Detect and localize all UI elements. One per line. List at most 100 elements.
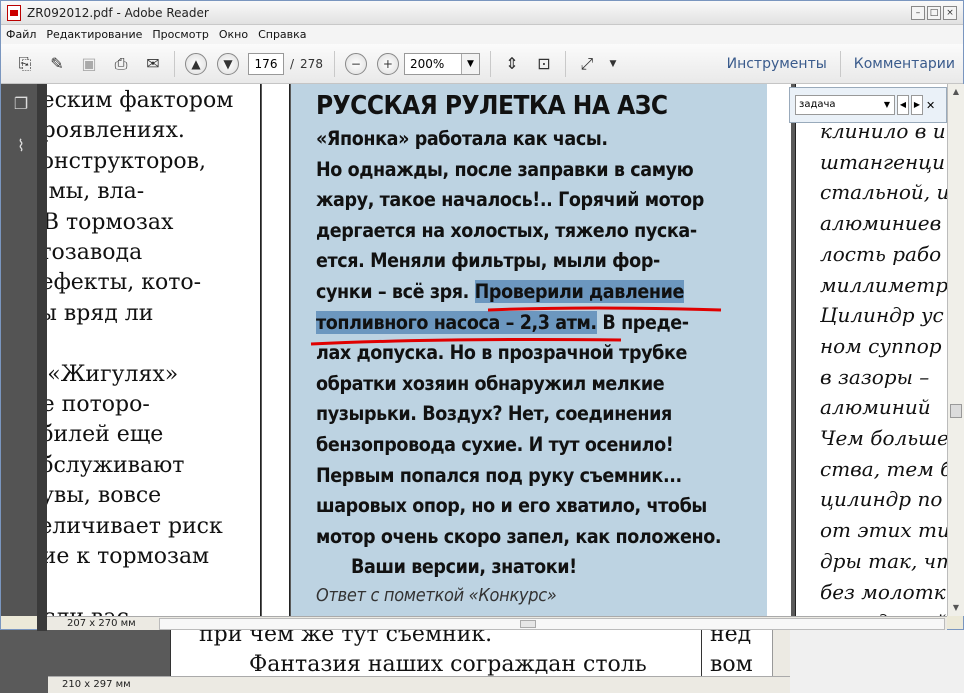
status-bar: 207 x 270 мм xyxy=(47,616,947,630)
text-line: ! В тормозах xyxy=(47,209,174,235)
find-input[interactable]: задача ▼ xyxy=(795,95,895,115)
tools-pane-button[interactable]: Инструменты xyxy=(719,56,835,72)
scrollbar-thumb[interactable] xyxy=(950,404,962,418)
zoom-value: 200% xyxy=(409,56,445,71)
chevron-down-icon[interactable]: ▼ xyxy=(880,96,894,114)
background-page-size: 210 x 297 мм xyxy=(62,679,131,690)
text-line: обслуживают xyxy=(47,452,185,478)
text-line: дры так, чт xyxy=(820,548,947,573)
page-separator: / xyxy=(290,56,295,71)
scroll-down-icon[interactable]: ▼ xyxy=(948,600,964,616)
horizontal-scrollbar-thumb[interactable] xyxy=(520,619,536,628)
text-line: конструкторов, xyxy=(47,148,207,174)
background-line: при чем же тут съемник. xyxy=(199,628,493,647)
arrow-down-icon: ▼ xyxy=(217,52,239,75)
chevron-down-icon[interactable]: ▼ xyxy=(460,53,479,74)
title-bar[interactable]: ZR092012.pdf - Adobe Reader – □ × xyxy=(1,1,963,25)
text-line: без молотк xyxy=(820,579,946,604)
text-line: стальной, и xyxy=(820,180,947,205)
text-line: величивает риск xyxy=(47,513,223,539)
create-pdf-icon[interactable]: ✎ xyxy=(44,51,70,77)
text-line: лость рабо xyxy=(820,241,942,266)
text-line: , увы, вовсе xyxy=(47,483,162,509)
page-count: 278 xyxy=(300,56,323,71)
fullscreen-icon[interactable]: ⤢ xyxy=(574,51,600,77)
text-line: втозавода xyxy=(47,240,143,266)
toolbar-divider xyxy=(333,50,335,77)
text-line: то к другой xyxy=(820,607,947,616)
menu-view[interactable]: Просмотр xyxy=(147,28,213,41)
fit-page-icon[interactable]: ⊡ xyxy=(531,51,557,77)
page-size-label: 207 x 270 мм xyxy=(67,618,136,629)
center-page: РУССКАЯ РУЛЕТКА НА АЗС «Японка» работала… xyxy=(291,84,791,616)
zoom-select[interactable]: 200% ▼ xyxy=(403,52,480,75)
text-line: алюминий xyxy=(820,395,931,420)
reader-window: ZR092012.pdf - Adobe Reader – □ × Файл Р… xyxy=(0,0,964,631)
close-button[interactable]: × xyxy=(943,6,957,20)
toolbar-divider xyxy=(839,50,841,77)
article-box: РУССКАЯ РУЛЕТКА НА АЗС «Японка» работала… xyxy=(291,84,767,616)
toolbar-divider xyxy=(564,50,566,77)
panel-divider[interactable] xyxy=(37,84,47,631)
minus-icon: − xyxy=(344,52,367,75)
document-view[interactable]: ческим фактором проявлениях. конструктор… xyxy=(47,84,947,616)
save-icon[interactable]: ▣ xyxy=(76,51,102,77)
print-icon[interactable]: ⎙ xyxy=(108,51,134,77)
vertical-scrollbar[interactable]: ▲ ▼ xyxy=(947,84,964,616)
fit-width-icon[interactable]: ⇕ xyxy=(499,51,525,77)
underline-stroke-1 xyxy=(487,306,722,312)
previous-page-button[interactable]: ▲ xyxy=(183,51,209,77)
text-line: дефекты, кото- xyxy=(47,270,202,296)
attachments-icon[interactable]: ⌇ xyxy=(11,136,31,158)
find-previous-button[interactable]: ◀ xyxy=(897,95,909,115)
text-line: алюминиев xyxy=(820,211,942,236)
text-line: вы вряд ли xyxy=(47,300,154,326)
text-line: Если вас xyxy=(47,603,260,616)
background-line: нед xyxy=(710,628,752,647)
text-line: ном суппор xyxy=(820,333,942,358)
text-line: ства, тем б xyxy=(820,456,947,481)
open-icon[interactable]: ⎘ xyxy=(12,51,38,77)
text-line: миллиметр xyxy=(820,272,947,297)
text-line: Цилиндр ус xyxy=(820,303,944,328)
text-line: Чем больше xyxy=(820,426,947,451)
zoom-in-button[interactable]: + xyxy=(375,51,401,77)
red-underline-annotation xyxy=(310,306,722,346)
menu-file[interactable]: Файл xyxy=(1,28,41,41)
menu-bar: Файл Редактирование Просмотр Окно Справк… xyxy=(1,25,963,44)
text-line: и мы, вла- xyxy=(47,179,145,205)
next-page-button[interactable]: ▼ xyxy=(215,51,241,77)
toolbar-options-icon[interactable]: ▼ xyxy=(606,51,620,77)
close-find-icon[interactable]: ✕ xyxy=(926,99,935,112)
text-line: о! xyxy=(47,572,260,602)
left-text-column: ческим фактором проявлениях. конструктор… xyxy=(47,86,260,616)
zoom-out-button[interactable]: − xyxy=(343,51,369,77)
text-line xyxy=(47,329,260,359)
text-line: штангенци xyxy=(820,149,945,174)
comments-pane-button[interactable]: Комментарии xyxy=(846,56,963,72)
text-line: в зазоры – xyxy=(820,364,930,389)
background-status-bar: 210 x 297 мм xyxy=(48,676,790,693)
menu-help[interactable]: Справка xyxy=(253,28,311,41)
text-line: о «Жигулях» xyxy=(47,361,179,387)
toolbar-divider xyxy=(489,50,491,77)
text-line: цилиндр по xyxy=(820,487,943,512)
email-icon[interactable]: ✉ xyxy=(140,51,166,77)
menu-window[interactable]: Окно xyxy=(214,28,253,41)
toolbar: ⎘ ✎ ▣ ⎙ ✉ ▲ ▼ 176 / 278 − + 200% ▼ ⇕ ⊡ ⤢ … xyxy=(1,44,963,84)
page-thumbnails-icon[interactable]: ❐ xyxy=(11,94,31,116)
find-toolbar: задача ▼ ◀ ▶ ✕ xyxy=(789,87,947,123)
menu-edit[interactable]: Редактирование xyxy=(41,28,147,41)
horizontal-scrollbar[interactable] xyxy=(159,617,945,630)
minimize-button[interactable]: – xyxy=(911,6,925,20)
scroll-up-icon[interactable]: ▲ xyxy=(948,84,964,100)
find-next-button[interactable]: ▶ xyxy=(911,95,923,115)
maximize-button[interactable]: □ xyxy=(927,6,941,20)
page-number-input[interactable]: 176 xyxy=(248,52,284,75)
page-gutter xyxy=(262,84,290,616)
arrow-up-icon: ▲ xyxy=(185,52,207,75)
text-line: не поторо- xyxy=(47,392,150,418)
navigation-panel: ❐ ⌇ xyxy=(1,84,37,616)
pdf-app-icon xyxy=(7,4,21,21)
right-text-column: клинило в и штангенци стальной, и алюмин… xyxy=(820,116,947,616)
